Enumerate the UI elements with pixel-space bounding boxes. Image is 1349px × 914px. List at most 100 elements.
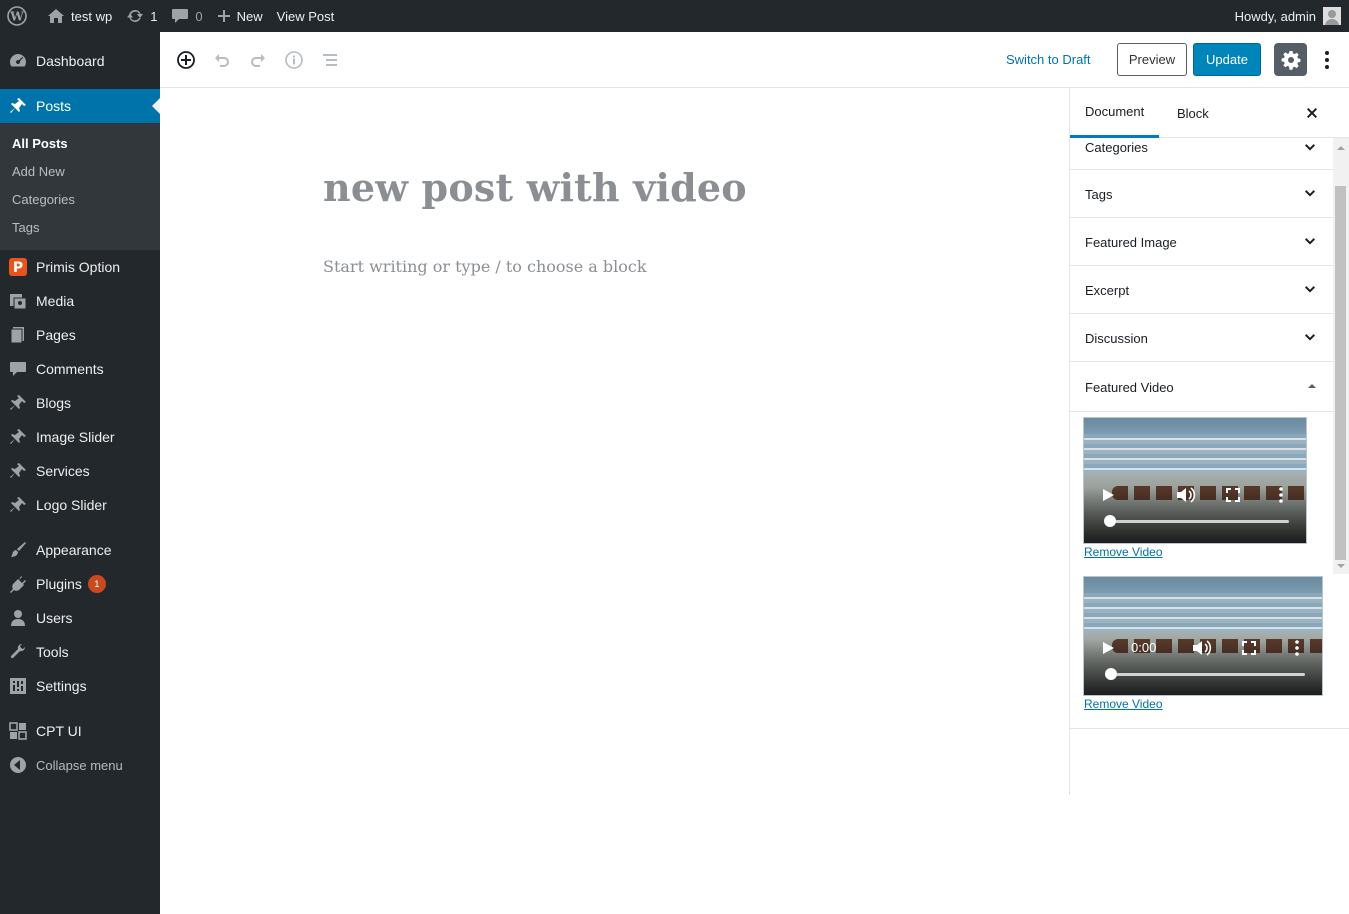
featured-video-player-2[interactable]: 0:00 [1083, 576, 1323, 696]
sidebar-item-cpt-ui[interactable]: CPT UI [0, 714, 160, 748]
post-title-input[interactable]: new post with video [323, 165, 747, 210]
pages-icon [0, 325, 36, 345]
add-block-icon[interactable] [174, 48, 198, 72]
sidebar-item-label: CPT UI [36, 723, 82, 739]
sidebar-item-posts[interactable]: Posts [0, 89, 160, 123]
sidebar-item-comments[interactable]: Comments [0, 352, 160, 386]
admin-bar: W test wp 1 0 New View Post Howdy, admin [0, 0, 1349, 32]
video-progress-knob[interactable] [1105, 668, 1117, 680]
remove-video-link[interactable]: Remove Video [1084, 545, 1163, 559]
panel-scrollbar[interactable] [1333, 138, 1349, 574]
panel-title: Categories [1085, 140, 1148, 155]
sidebar-item-logo-slider[interactable]: Logo Slider [0, 488, 160, 522]
tab-document[interactable]: Document [1070, 88, 1160, 138]
sidebar-item-blogs[interactable]: Blogs [0, 386, 160, 420]
sidebar-item-media[interactable]: Media [0, 284, 160, 318]
wordpress-logo-icon[interactable]: W [0, 0, 40, 32]
info-icon[interactable] [282, 48, 306, 72]
settings-toggle-button[interactable] [1274, 43, 1307, 76]
video-more-icon[interactable] [1277, 487, 1285, 503]
volume-icon[interactable] [1176, 486, 1196, 504]
sidebar-item-image-slider[interactable]: Image Slider [0, 420, 160, 454]
sidebar-item-services[interactable]: Services [0, 454, 160, 488]
view-post-label: View Post [276, 8, 335, 24]
submenu-tags[interactable]: Tags [12, 220, 39, 235]
close-icon[interactable] [1300, 101, 1324, 125]
chevron-down-icon [1305, 334, 1315, 341]
video-progress-knob[interactable] [1104, 515, 1116, 527]
video-more-icon[interactable] [1293, 640, 1301, 656]
my-account[interactable]: Howdy, admin [1235, 0, 1341, 32]
play-icon[interactable] [1100, 640, 1116, 656]
play-icon[interactable] [1100, 487, 1116, 503]
sidebar-item-tools[interactable]: Tools [0, 635, 160, 669]
panel-title: Tags [1085, 187, 1113, 202]
sidebar-item-label: Settings [36, 678, 87, 694]
video-progress-track[interactable] [1106, 520, 1289, 523]
new-content-link[interactable]: New [210, 0, 270, 32]
pushpin-icon [0, 393, 36, 413]
updates-icon [127, 10, 144, 23]
collapse-arrow-icon [0, 755, 36, 775]
panel-featured-image[interactable]: Featured Image [1070, 218, 1333, 266]
video-current-time: 0:00 [1131, 640, 1157, 655]
panel-featured-video[interactable]: Featured Video [1070, 362, 1333, 412]
fullscreen-icon[interactable] [1241, 640, 1257, 656]
panel-title: Discussion [1085, 331, 1148, 346]
editor-toolbar: Switch to Draft Preview Update [160, 32, 1349, 88]
sidebar-item-appearance[interactable]: Appearance [0, 533, 160, 567]
scrollbar-thumb[interactable] [1335, 186, 1346, 560]
video-progress-track[interactable] [1106, 673, 1305, 676]
fullscreen-icon[interactable] [1225, 487, 1241, 503]
collapse-menu-button[interactable]: Collapse menu [0, 748, 160, 782]
sidebar-item-label: Logo Slider [36, 497, 107, 513]
panel-title: Featured Image [1085, 235, 1177, 250]
submenu-categories[interactable]: Categories [12, 192, 75, 207]
users-icon [0, 608, 36, 628]
scroll-up-arrow-icon[interactable] [1337, 142, 1345, 150]
volume-icon[interactable] [1192, 639, 1212, 657]
comments-link[interactable]: 0 [164, 0, 209, 32]
wrench-icon [0, 642, 36, 662]
pushpin-icon [0, 495, 36, 515]
panel-divider [1070, 728, 1349, 729]
grid-icon [0, 721, 36, 741]
sidebar-item-label: Dashboard [36, 53, 105, 69]
panel-excerpt[interactable]: Excerpt [1070, 266, 1333, 314]
panel-discussion[interactable]: Discussion [1070, 314, 1333, 362]
sidebar-item-pages[interactable]: Pages [0, 318, 160, 352]
submenu-add-new[interactable]: Add New [12, 164, 65, 179]
sidebar-item-dashboard[interactable]: Dashboard [0, 44, 160, 78]
sidebar-item-primis-option[interactable]: P Primis Option [0, 250, 160, 284]
sidebar-item-users[interactable]: Users [0, 601, 160, 635]
sidebar-item-label: Appearance [36, 542, 112, 558]
plugins-update-badge: 1 [87, 575, 106, 593]
scroll-down-arrow-icon[interactable] [1337, 564, 1345, 572]
switch-to-draft-button[interactable]: Switch to Draft [1006, 52, 1091, 67]
panel-tags[interactable]: Tags [1070, 170, 1333, 218]
pushpin-icon [0, 96, 36, 116]
panel-categories[interactable]: Categories [1070, 138, 1333, 170]
featured-video-player-1[interactable] [1083, 417, 1307, 544]
update-button[interactable]: Update [1193, 43, 1261, 76]
site-name-link[interactable]: test wp [40, 0, 119, 32]
sidebar-item-label: Image Slider [36, 429, 115, 445]
updates-link[interactable]: 1 [119, 0, 164, 32]
tab-block[interactable]: Block [1177, 88, 1209, 138]
block-appender-placeholder[interactable]: Start writing or type / to choose a bloc… [323, 257, 647, 276]
sidebar-item-label: Comments [36, 361, 104, 377]
sidebar-item-plugins[interactable]: Plugins 1 [0, 567, 160, 601]
remove-video-link[interactable]: Remove Video [1084, 697, 1163, 711]
undo-icon[interactable] [210, 48, 234, 72]
sidebar-item-label: Primis Option [36, 259, 121, 275]
plus-icon [217, 10, 230, 22]
block-navigation-icon[interactable] [318, 48, 342, 72]
more-menu-icon[interactable] [1315, 48, 1339, 72]
site-name: test wp [71, 8, 113, 24]
submenu-all-posts[interactable]: All Posts [12, 136, 68, 151]
view-post-link[interactable]: View Post [270, 0, 342, 32]
sidebar-item-settings[interactable]: Settings [0, 669, 160, 703]
preview-button[interactable]: Preview [1117, 43, 1187, 76]
redo-icon[interactable] [246, 48, 270, 72]
pushpin-icon [0, 427, 36, 447]
